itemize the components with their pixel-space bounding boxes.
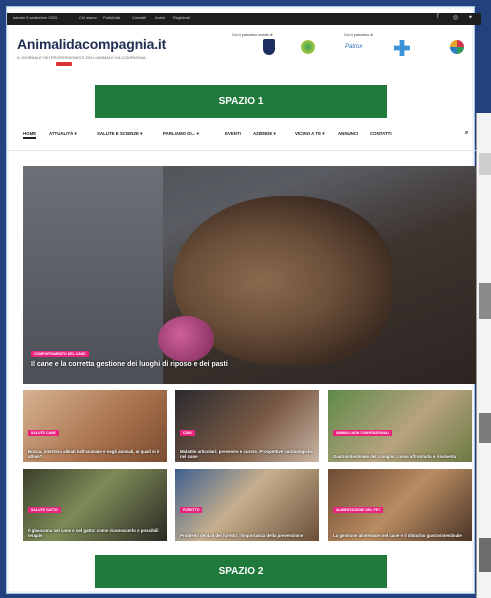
hero-title[interactable]: Il cane e la corretta gestione dei luogh… [31, 361, 228, 368]
article-card[interactable]: ANIMALI NON CONVENZIONALI Gastrointestin… [328, 390, 472, 462]
sponsor-label-moral: Con il patrocinio morale di [232, 33, 273, 37]
sidebar-block [479, 538, 491, 572]
nav-item-annunci[interactable]: ANNUNCI [338, 131, 358, 136]
card-title[interactable]: Il glaucoma nel cane e nel gatto: come r… [28, 528, 162, 538]
nav-divider [7, 150, 481, 151]
top-bar-link[interactable]: Registrati [173, 15, 190, 20]
instagram-icon[interactable]: ◎ [453, 14, 458, 21]
nav-item-contatti[interactable]: CONTATTI [370, 131, 392, 136]
nav-item-eventi[interactable]: EVENTI [225, 131, 241, 136]
card-title[interactable]: La gestione alimentare nel cane e il dis… [333, 533, 467, 538]
site-tagline: IL GIORNALE DEI PROFESSIONISTI DELL'ANIM… [17, 55, 146, 60]
hero-image-toy [158, 316, 214, 362]
ad-banner-top[interactable]: SPAZIO 1 [95, 85, 387, 118]
sidebar-block [479, 153, 491, 175]
sponsor-logo-icon [301, 40, 315, 54]
article-card[interactable]: ALIMENTAZIONE DEL PET La gestione alimen… [328, 469, 472, 541]
brand-logo-small [56, 62, 72, 66]
article-card[interactable]: FURETTO Problemi dentali del furetto: l'… [175, 469, 319, 541]
article-card[interactable]: CANI Malattie articolari: prevenire e cu… [175, 390, 319, 462]
ad-banner-bottom[interactable]: SPAZIO 2 [95, 555, 387, 588]
sponsor-logo-text: Patrox [345, 44, 363, 50]
shield-icon [263, 39, 275, 55]
sidebar-preview [476, 113, 491, 598]
nav-item-aziende[interactable]: AZIENDE ▾ [253, 131, 276, 137]
hero-category-badge[interactable]: COMPORTAMENTO DEL CANE [31, 351, 89, 357]
card-badge[interactable]: SALUTE CANE [28, 430, 59, 436]
nav-item-attualita[interactable]: ATTUALITÀ ▾ [49, 131, 77, 137]
nav-item-vicino[interactable]: VICINO A TE ▾ [295, 131, 324, 137]
card-title[interactable]: Malattie articolari: prevenire e curare.… [180, 449, 314, 459]
facebook-icon[interactable]: f [437, 14, 439, 20]
site-logo[interactable]: Animalidacompagnia.it [17, 36, 166, 52]
sidebar-block [479, 283, 491, 319]
card-badge[interactable]: ANIMALI NON CONVENZIONALI [333, 430, 393, 436]
sponsor-flower-icon [450, 40, 464, 54]
top-bar: sabato 5 settembre 2020 Chi siamo Pubbli… [7, 13, 481, 25]
nav-item-parliamo[interactable]: PARLIAMO DI... ▾ [163, 131, 199, 137]
sponsor-label: Con il patrocinio di [344, 33, 373, 37]
article-card[interactable]: SALUTE GATTO Il glaucoma nel cane e nel … [23, 469, 167, 541]
hero-article[interactable] [23, 166, 483, 384]
main-nav: HOME ATTUALITÀ ▾ SALUTE E SCIENZE ▾ PARL… [20, 130, 480, 141]
nav-item-salute[interactable]: SALUTE E SCIENZE ▾ [97, 131, 142, 137]
card-badge[interactable]: CANI [180, 430, 195, 436]
card-badge[interactable]: SALUTE GATTO [28, 507, 61, 513]
search-icon[interactable]: ⌕ [465, 130, 468, 137]
twitter-icon[interactable]: ✦ [468, 14, 473, 21]
top-bar-link[interactable]: Chi siamo [79, 15, 97, 20]
article-card[interactable]: SALUTE CANE Bocca, intestino alleati nel… [23, 390, 167, 462]
top-bar-date: sabato 5 settembre 2020 [13, 15, 58, 20]
card-title[interactable]: Bocca, intestino alleati nell'animale e … [28, 449, 162, 459]
top-bar-link[interactable]: Contatti [132, 15, 146, 20]
nav-item-home[interactable]: HOME [23, 131, 37, 139]
card-badge[interactable]: FURETTO [180, 507, 203, 513]
sidebar-block [479, 413, 491, 443]
top-bar-link[interactable]: Pubblicità [103, 15, 120, 20]
card-title[interactable]: Problemi dentali del furetto: l'importan… [180, 533, 314, 538]
top-bar-link[interactable]: Autori [155, 15, 165, 20]
card-title[interactable]: Gastrointestinale del coniglio: come aff… [333, 454, 467, 459]
card-badge[interactable]: ALIMENTAZIONE DEL PET [333, 507, 384, 513]
